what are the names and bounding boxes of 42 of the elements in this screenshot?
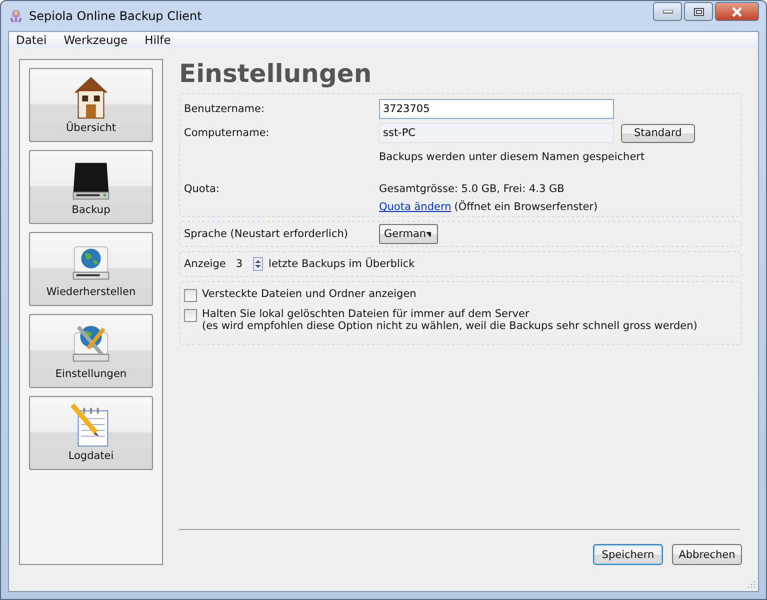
resize-grip-icon[interactable] (747, 580, 756, 589)
field-label: Sprache (Neustart erforderlich) (184, 228, 349, 240)
page-title: Einstellungen (179, 59, 373, 89)
field-label: Quota: (184, 183, 220, 195)
option-note: (es wird empfohlen diese Option nicht zu wählen, weil die Backups sehr schnell gross werden) (202, 320, 698, 332)
field-label: Computername: (184, 127, 270, 139)
display-label: Anzeige (184, 258, 226, 270)
maximize-button[interactable] (684, 2, 713, 21)
hint-text: Backups werden unter diesem Namen gespeichert (379, 151, 645, 163)
quota-link[interactable]: Quota ändern (379, 201, 452, 213)
nav-button[interactable]: Wiederherstellen (29, 232, 153, 306)
language-dropdown[interactable]: German (379, 224, 438, 244)
minimize-button[interactable] (653, 2, 682, 21)
menu-item[interactable]: Hilfe (144, 33, 171, 47)
nav-button[interactable]: Einstellungen (29, 314, 153, 388)
nav-button[interactable]: Übersicht (29, 68, 153, 142)
minimize-icon (662, 10, 672, 14)
quota-text: Gesamtgrösse: 5.0 GB, Frei: 4.3 GB (379, 183, 566, 195)
computer-name-field[interactable]: sst-PC (379, 123, 614, 143)
close-button[interactable] (715, 2, 759, 21)
nav-button[interactable]: Logdatei (29, 396, 153, 470)
spinner-arrows-icon (252, 257, 263, 271)
dialog-button[interactable]: Speichern (593, 544, 663, 565)
checkbox[interactable] (184, 309, 197, 322)
quota-note: (Öffnet ein Browserfenster) (454, 201, 598, 213)
dropdown-arrow-icon (426, 232, 431, 236)
menu-item[interactable]: Datei (16, 33, 47, 47)
standard-button[interactable]: Standard (621, 124, 695, 142)
app-icon (9, 9, 23, 23)
checkbox[interactable] (184, 289, 197, 302)
option-label: Halten Sie lokal gelöschten Dateien für immer auf dem Server (202, 308, 530, 320)
close-icon (731, 6, 743, 16)
maximize-icon (694, 8, 704, 16)
menu-item[interactable]: Werkzeuge (64, 33, 128, 47)
window-title: Sepiola Online Backup Client (29, 9, 202, 23)
dialog-button[interactable]: Abbrechen (672, 544, 742, 565)
option-label: Versteckte Dateien und Ordner anzeigen (202, 288, 416, 300)
nav-button[interactable]: Backup (29, 150, 153, 224)
count-spinner[interactable]: 3 (232, 255, 263, 273)
username-field[interactable]: 3723705 (379, 99, 614, 119)
field-label: Benutzername: (184, 103, 266, 115)
display-label: letzte Backups im Überblick (268, 258, 415, 270)
